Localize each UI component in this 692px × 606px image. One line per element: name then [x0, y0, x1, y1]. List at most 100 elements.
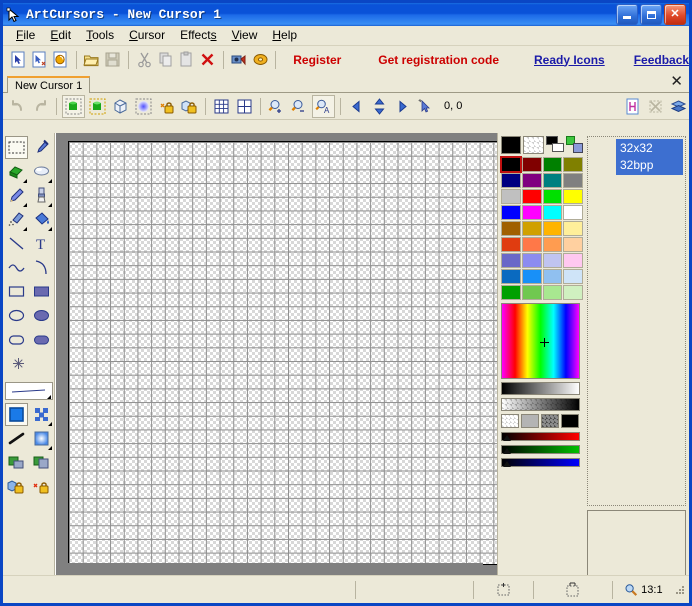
alpha-slider[interactable] — [501, 398, 580, 411]
new-cursor-icon[interactable] — [8, 49, 28, 71]
color-swatch[interactable] — [563, 189, 583, 204]
image-list[interactable]: 32x32 32bpp — [587, 136, 686, 506]
nav-updown-icon[interactable] — [369, 96, 390, 117]
color-swatch[interactable] — [501, 221, 521, 236]
library-icon[interactable] — [250, 49, 270, 71]
lock-color-option[interactable] — [30, 475, 53, 498]
color-swatch[interactable] — [542, 205, 563, 220]
color-swatch[interactable] — [521, 189, 542, 204]
delete-icon[interactable] — [198, 49, 218, 71]
cursor-canvas[interactable] — [68, 141, 497, 565]
color-swatch[interactable] — [501, 173, 521, 188]
blur-icon[interactable] — [133, 96, 154, 117]
text-tool[interactable]: T — [30, 232, 53, 255]
color-picker-square[interactable] — [501, 303, 580, 379]
color-swatch[interactable] — [542, 269, 563, 284]
solid-fill-option[interactable] — [4, 403, 28, 426]
color-swatch[interactable] — [563, 253, 583, 268]
get-registration-code-link[interactable]: Get registration code — [378, 53, 499, 67]
pattern-swatch[interactable] — [501, 414, 519, 428]
color-swatch[interactable] — [542, 157, 563, 172]
layer-front-option[interactable] — [30, 451, 53, 474]
color-swatch[interactable] — [500, 156, 522, 173]
color-swatch[interactable] — [501, 237, 521, 252]
capture-icon[interactable] — [229, 49, 249, 71]
color-swatch[interactable] — [563, 221, 583, 236]
pattern-fill-option[interactable] — [30, 403, 53, 426]
zoom-out-icon[interactable] — [289, 96, 310, 117]
lock-icon[interactable] — [179, 96, 200, 117]
pattern-swatch[interactable] — [561, 414, 579, 428]
nav-left-icon[interactable] — [346, 96, 367, 117]
format-icon[interactable] — [622, 96, 643, 117]
transparency-icon[interactable] — [645, 96, 666, 117]
color-swatch[interactable] — [542, 173, 563, 188]
canvas-grid[interactable] — [69, 142, 497, 564]
menu-effects[interactable]: Effects — [173, 27, 224, 44]
color-swatch[interactable] — [521, 221, 542, 236]
layer-behind-option[interactable] — [5, 451, 28, 474]
unlock-icon[interactable] — [156, 96, 177, 117]
color-swatch[interactable] — [501, 189, 521, 204]
tab-new-cursor-1[interactable]: New Cursor 1 — [7, 76, 91, 93]
new-from-image-icon[interactable] — [29, 49, 49, 71]
color-swatch[interactable] — [501, 205, 521, 220]
blue-slider[interactable] — [501, 458, 580, 467]
hotspot-icon[interactable] — [415, 96, 436, 117]
menu-edit[interactable]: Edit — [43, 27, 79, 44]
eraser-block-tool[interactable] — [30, 160, 53, 183]
color-swatch[interactable] — [542, 253, 563, 268]
pencil-tool[interactable] — [5, 184, 28, 207]
eraser-tool[interactable] — [5, 160, 28, 183]
3d-box-icon[interactable] — [110, 96, 131, 117]
line-tool[interactable] — [5, 232, 28, 255]
red-slider[interactable] — [501, 432, 580, 441]
color-swatch[interactable] — [521, 237, 542, 252]
close-tab-button[interactable]: ✕ — [670, 73, 683, 90]
color-swatch[interactable] — [521, 285, 542, 300]
undo-icon[interactable] — [7, 96, 28, 117]
color-swatch[interactable] — [542, 237, 563, 252]
save-icon[interactable] — [103, 49, 123, 71]
preview-pane[interactable] — [587, 510, 686, 576]
eyedropper-tool[interactable] — [30, 136, 53, 159]
brightness-slider[interactable] — [501, 382, 580, 395]
foreground-background-swatch[interactable] — [545, 136, 564, 154]
primary-color-swatch[interactable] — [501, 136, 522, 154]
green-slider[interactable] — [501, 445, 580, 454]
layers-icon[interactable] — [668, 96, 689, 117]
airbrush-tool[interactable] — [5, 208, 28, 231]
rounded-rect-tool[interactable] — [5, 328, 28, 351]
color-swatch[interactable] — [563, 205, 583, 220]
color-swatch[interactable] — [563, 237, 583, 252]
menu-help[interactable]: Help — [265, 27, 305, 44]
lock-alpha-option[interactable] — [5, 475, 28, 498]
nav-right-icon[interactable] — [392, 96, 413, 117]
image-selected-icon[interactable] — [87, 96, 108, 117]
new-animated-icon[interactable] — [50, 49, 70, 71]
copy-icon[interactable] — [155, 49, 175, 71]
color-swatch[interactable] — [563, 285, 583, 300]
color-mode-icon[interactable] — [566, 136, 584, 154]
color-swatch[interactable] — [501, 269, 521, 284]
color-swatch[interactable] — [521, 157, 542, 172]
zoom-indicator[interactable]: 13:1 — [611, 580, 674, 599]
menu-file[interactable]: File — [9, 27, 43, 44]
filled-rectangle-tool[interactable] — [30, 280, 53, 303]
pattern-swatch[interactable] — [521, 414, 539, 428]
paste-icon[interactable] — [176, 49, 196, 71]
brush-tool[interactable] — [30, 184, 53, 207]
color-swatch[interactable] — [542, 221, 563, 236]
gradient-fill-option[interactable] — [30, 427, 53, 450]
fill-tool[interactable] — [30, 208, 53, 231]
transparent-color-swatch[interactable] — [523, 136, 544, 154]
color-swatch[interactable] — [521, 205, 542, 220]
color-swatch[interactable] — [563, 157, 583, 172]
color-swatch[interactable] — [563, 269, 583, 284]
stroke-style-option[interactable] — [5, 427, 28, 450]
color-swatch[interactable] — [521, 269, 542, 284]
rectangle-tool[interactable] — [5, 280, 28, 303]
ready-icons-link[interactable]: Ready Icons — [534, 53, 605, 67]
filled-ellipse-tool[interactable] — [30, 304, 53, 327]
color-swatch[interactable] — [521, 253, 542, 268]
